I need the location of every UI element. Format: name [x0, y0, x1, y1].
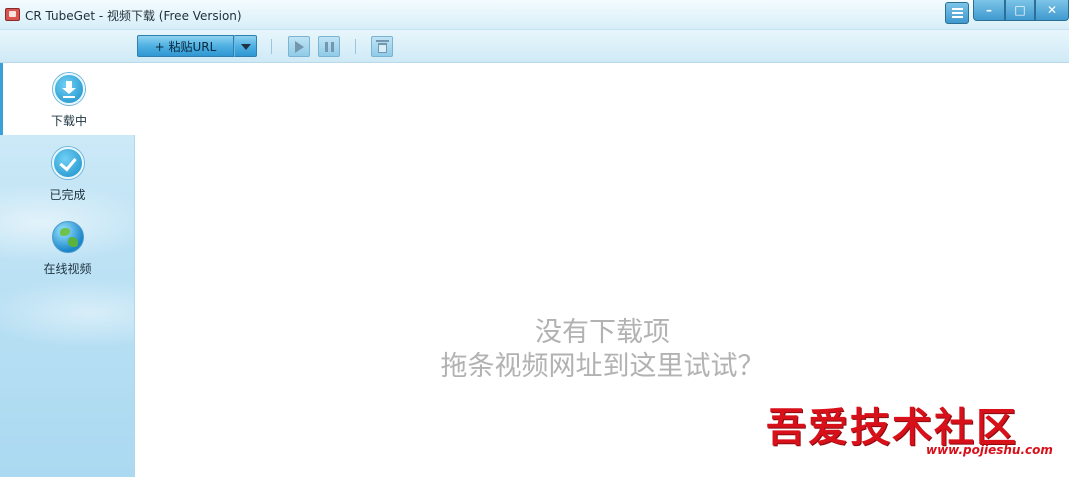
sidebar-item-label: 下载中 — [50, 114, 87, 128]
sidebar: 下载中 已完成 在线视频 — [0, 63, 135, 477]
pause-button[interactable] — [318, 36, 340, 57]
minimize-button[interactable]: – — [973, 0, 1005, 21]
start-button[interactable] — [288, 36, 310, 57]
sidebar-item-completed[interactable]: 已完成 — [0, 137, 135, 209]
maximize-button[interactable]: □ — [1005, 0, 1035, 21]
sidebar-item-label: 已完成 — [49, 188, 86, 202]
play-icon — [295, 41, 304, 53]
empty-state-hint: 拖条视频网址到这里试试？ — [440, 351, 765, 382]
sidebar-item-label: 在线视频 — [43, 262, 92, 276]
delete-button[interactable] — [371, 36, 393, 57]
toolbar-separator — [355, 39, 356, 54]
sidebar-item-online-video[interactable]: 在线视频 — [0, 211, 135, 283]
paste-url-dropdown[interactable] — [234, 35, 257, 57]
menu-button[interactable] — [945, 2, 969, 24]
sidebar-item-downloading[interactable]: 下载中 — [0, 63, 135, 135]
window-title: CR TubeGet - 视频下载 (Free Version) — [25, 9, 242, 23]
download-icon — [53, 73, 85, 105]
app-icon — [5, 8, 20, 21]
paste-url-button[interactable]: + 粘贴URL — [137, 35, 234, 57]
trash-icon — [378, 43, 387, 53]
close-button[interactable]: ✕ — [1035, 0, 1069, 21]
toolbar: + 粘贴URL — [0, 30, 1069, 63]
pause-icon — [325, 42, 328, 52]
window-controls: – □ ✕ — [973, 0, 1069, 24]
title-bar: CR TubeGet - 视频下载 (Free Version) – □ ✕ — [0, 0, 1069, 30]
globe-icon — [51, 221, 84, 253]
watermark: 吾爱技术社区 www.pojieshu.com — [766, 395, 1066, 470]
menu-icon — [952, 8, 963, 10]
watermark-url: www.pojieshu.com — [926, 443, 1053, 457]
toolbar-separator — [271, 39, 272, 54]
check-icon — [51, 147, 84, 179]
